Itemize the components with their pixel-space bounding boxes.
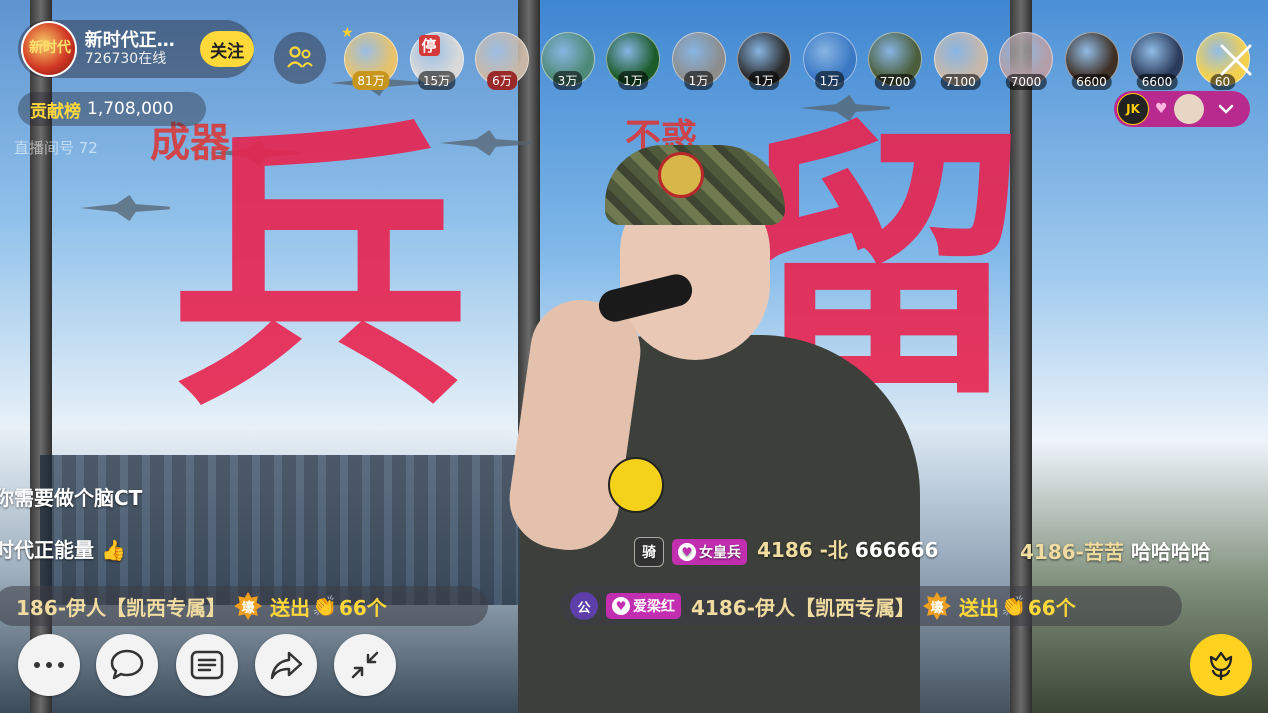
viewer-avatar[interactable]: 1万 (802, 32, 857, 90)
crown-icon: ★ (341, 25, 354, 41)
chat-text: 666666 (854, 538, 939, 562)
viewer-contribution: 1万 (814, 71, 845, 90)
chevron-down-icon[interactable] (1214, 97, 1238, 121)
flower-icon (1209, 651, 1233, 681)
cap-badge (658, 152, 704, 198)
viewer-contribution: 6600 (1071, 74, 1112, 90)
share-button[interactable] (255, 634, 317, 696)
viewer-avatar[interactable]: 7100 (933, 32, 988, 90)
viewer-contribution: 7100 (940, 74, 981, 90)
comment-button[interactable] (96, 634, 158, 696)
viewer-avatar[interactable]: 6万 (475, 32, 529, 90)
contribution-rank[interactable]: 贡献榜 1,708,000 (18, 92, 206, 126)
viewer-mark: 停 (418, 35, 440, 56)
clap-icon: 👏 (1000, 594, 1026, 618)
host-info: 新时代正… 726730在线 (85, 30, 193, 68)
chat-message: 4186-苦苦 哈哈哈哈 (1020, 540, 1211, 564)
smiley-pin (608, 457, 664, 513)
viewer-contribution: 1万 (683, 71, 714, 90)
fans-club-logo: JK (1117, 93, 1149, 125)
viewer-contribution: 3万 (552, 71, 583, 90)
group-icon (287, 46, 313, 68)
viewer-contribution: 81万 (352, 71, 390, 90)
gift-message: 公 ♥ 爱梁红 4186-伊人【凯西专属】 壕 送出 👏 66个 (560, 586, 1182, 626)
follow-button[interactable]: 关注 (200, 31, 254, 67)
thumbs-up-icon: 👍 (100, 538, 126, 562)
share-icon (270, 651, 303, 680)
viewer-avatar[interactable]: 停 15万 (409, 32, 464, 90)
heart-icon: ♥ (612, 597, 630, 615)
viewer-list: ★ 81万 停 15万 6万 3万 1万 1万 1万 1万 7700 7100 7000 6600 6600… (341, 25, 1261, 90)
chat-message: 你需要做个脑CT (0, 486, 143, 510)
fans-avatar (1173, 94, 1204, 124)
fan-badge: ♥ 女皇兵 (672, 538, 747, 565)
viewer-contribution: 6万 (487, 71, 517, 90)
chat-message: 时代正能量 👍 (0, 538, 126, 562)
rank-label: 贡献榜 (30, 101, 81, 122)
room-number: 直播间号 72 (14, 139, 98, 157)
tycoon-badge: 壕 (234, 592, 263, 620)
viewer-contribution: 7000 (1005, 74, 1047, 90)
tycoon-badge: 壕 (922, 592, 951, 620)
viewer-avatar[interactable]: 6600 (1130, 32, 1184, 90)
more-icon (34, 662, 64, 668)
flower-gift-button[interactable] (1190, 634, 1252, 696)
viewer-avatar[interactable]: 3万 (540, 32, 595, 90)
viewer-contribution: 7700 (874, 74, 916, 90)
viewer-contribution: 1万 (618, 71, 648, 90)
public-badge: 公 (570, 592, 598, 620)
viewer-avatar[interactable]: 1万 (737, 32, 791, 90)
gift-message: 186-伊人【凯西专属】 壕 送出 👏 66个 (0, 586, 488, 626)
close-icon[interactable] (1218, 42, 1254, 78)
heart-icon: ♥ (678, 542, 696, 561)
collapse-button[interactable] (334, 634, 396, 696)
fans-club-pill[interactable]: JK ♥ (1114, 91, 1250, 127)
viewer-avatar[interactable]: 7000 (999, 32, 1053, 90)
more-button[interactable] (18, 634, 80, 696)
viewer-avatar[interactable]: 6600 (1064, 32, 1119, 90)
clap-icon: 👏 (312, 594, 337, 618)
menu-icon (190, 650, 224, 680)
online-count: 726730在线 (84, 51, 167, 68)
chat-user: 4186 -北 (757, 538, 848, 562)
viewer-avatar[interactable]: 1万 (606, 32, 660, 90)
viewer-contribution: 6600 (1136, 74, 1178, 90)
collapse-icon (351, 651, 379, 679)
group-button[interactable] (274, 32, 326, 84)
viewer-avatar[interactable]: ★ 81万 (341, 25, 398, 90)
rank-value: 1,708,000 (87, 99, 174, 119)
viewer-contribution: 15万 (417, 71, 456, 90)
viewer-avatar[interactable]: 7700 (868, 32, 922, 90)
fan-badge: ♥ 爱梁红 (606, 593, 681, 619)
ride-badge: 骑 (634, 536, 664, 567)
host-avatar[interactable]: 新时代 (21, 21, 77, 77)
chat-icon (110, 649, 144, 680)
menu-button[interactable] (176, 634, 238, 696)
host-card[interactable]: 新时代 新时代正… 726730在线 关注 (18, 20, 254, 78)
heart-icon: ♥ (1155, 101, 1168, 117)
viewer-avatar[interactable]: 1万 (671, 32, 726, 90)
viewer-contribution: 1万 (749, 71, 779, 90)
troops (40, 455, 520, 605)
host-name: 新时代正… (84, 29, 175, 51)
chat-message-main: 骑 ♥ 女皇兵 4186 -北 666666 (634, 534, 938, 567)
